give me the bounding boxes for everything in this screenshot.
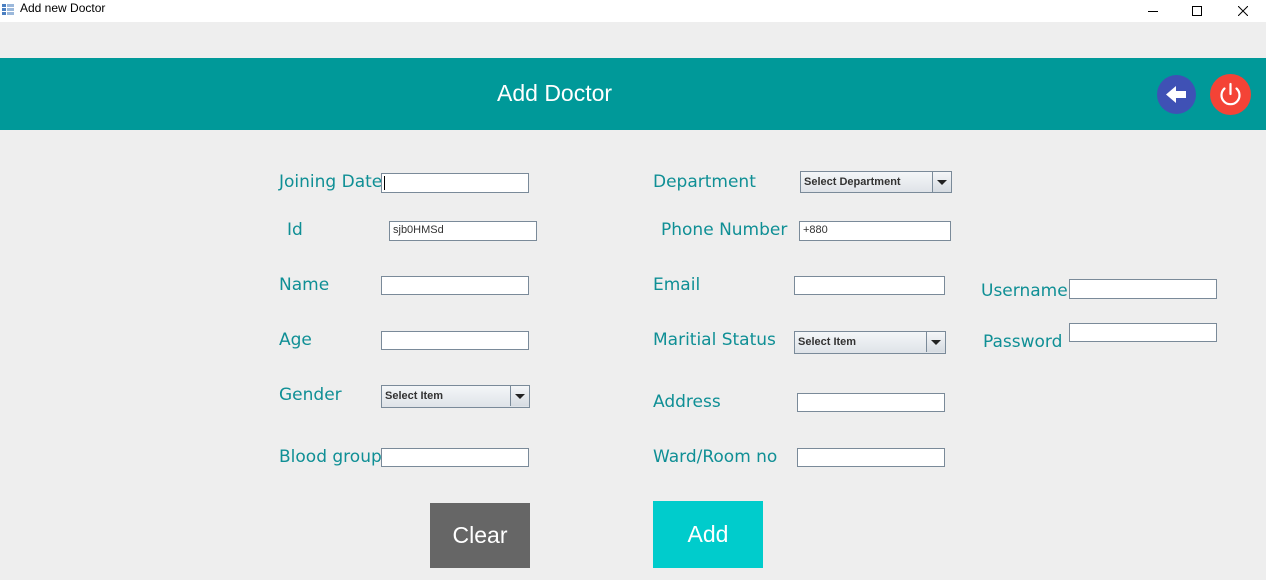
password-label: Password	[983, 332, 1063, 352]
marital-status-label: Maritial Status	[653, 330, 776, 350]
department-select[interactable]: Select Department	[800, 171, 952, 193]
email-label: Email	[653, 275, 701, 295]
chevron-down-icon[interactable]	[932, 172, 951, 192]
header-bar: Add Doctor	[0, 58, 1266, 130]
address-label: Address	[653, 392, 721, 412]
app-icon	[2, 4, 14, 15]
phone-number-label: Phone Number	[661, 220, 788, 240]
age-label: Age	[279, 330, 312, 350]
age-field[interactable]	[381, 331, 529, 350]
password-field[interactable]	[1069, 323, 1217, 342]
username-label: Username	[981, 281, 1068, 301]
address-field[interactable]	[797, 393, 945, 412]
gender-selected-value: Select Item	[385, 390, 444, 402]
window-title: Add new Doctor	[20, 1, 106, 15]
chevron-down-icon[interactable]	[926, 332, 945, 352]
joining-date-label: Joining Date	[279, 172, 383, 192]
minimize-button[interactable]	[1130, 0, 1176, 22]
department-selected-value: Select Department	[804, 176, 901, 188]
name-field[interactable]	[381, 276, 529, 295]
blood-group-field[interactable]	[381, 448, 529, 467]
name-label: Name	[279, 275, 330, 295]
page-title: Add Doctor	[497, 80, 613, 106]
close-icon	[1238, 6, 1248, 16]
window-titlebar: Add new Doctor	[0, 0, 1266, 22]
username-field[interactable]	[1069, 279, 1217, 299]
marital-status-select[interactable]: Select Item	[794, 331, 946, 354]
back-button[interactable]	[1157, 75, 1196, 114]
phone-number-field[interactable]: +880	[799, 221, 951, 241]
email-field[interactable]	[794, 276, 945, 295]
minimize-icon	[1148, 11, 1158, 12]
ward-room-label: Ward/Room no	[653, 447, 778, 467]
ward-room-field[interactable]	[797, 448, 945, 467]
arrow-left-icon	[1166, 86, 1186, 103]
gender-select[interactable]: Select Item	[381, 385, 530, 408]
close-button[interactable]	[1220, 0, 1266, 22]
power-button[interactable]	[1210, 74, 1251, 115]
marital-status-selected-value: Select Item	[798, 336, 857, 348]
maximize-icon	[1192, 6, 1202, 16]
chevron-down-icon[interactable]	[510, 386, 529, 406]
power-icon	[1220, 82, 1241, 106]
add-button[interactable]: Add	[653, 501, 763, 568]
text-cursor	[384, 176, 385, 190]
id-field[interactable]: sjb0HMSd	[389, 221, 537, 241]
joining-date-field[interactable]	[381, 173, 529, 193]
gender-label: Gender	[279, 385, 342, 405]
id-label: Id	[287, 220, 303, 240]
department-label: Department	[653, 172, 756, 192]
maximize-button[interactable]	[1174, 0, 1220, 22]
clear-button[interactable]: Clear	[430, 503, 530, 568]
blood-group-label: Blood group	[279, 447, 382, 467]
